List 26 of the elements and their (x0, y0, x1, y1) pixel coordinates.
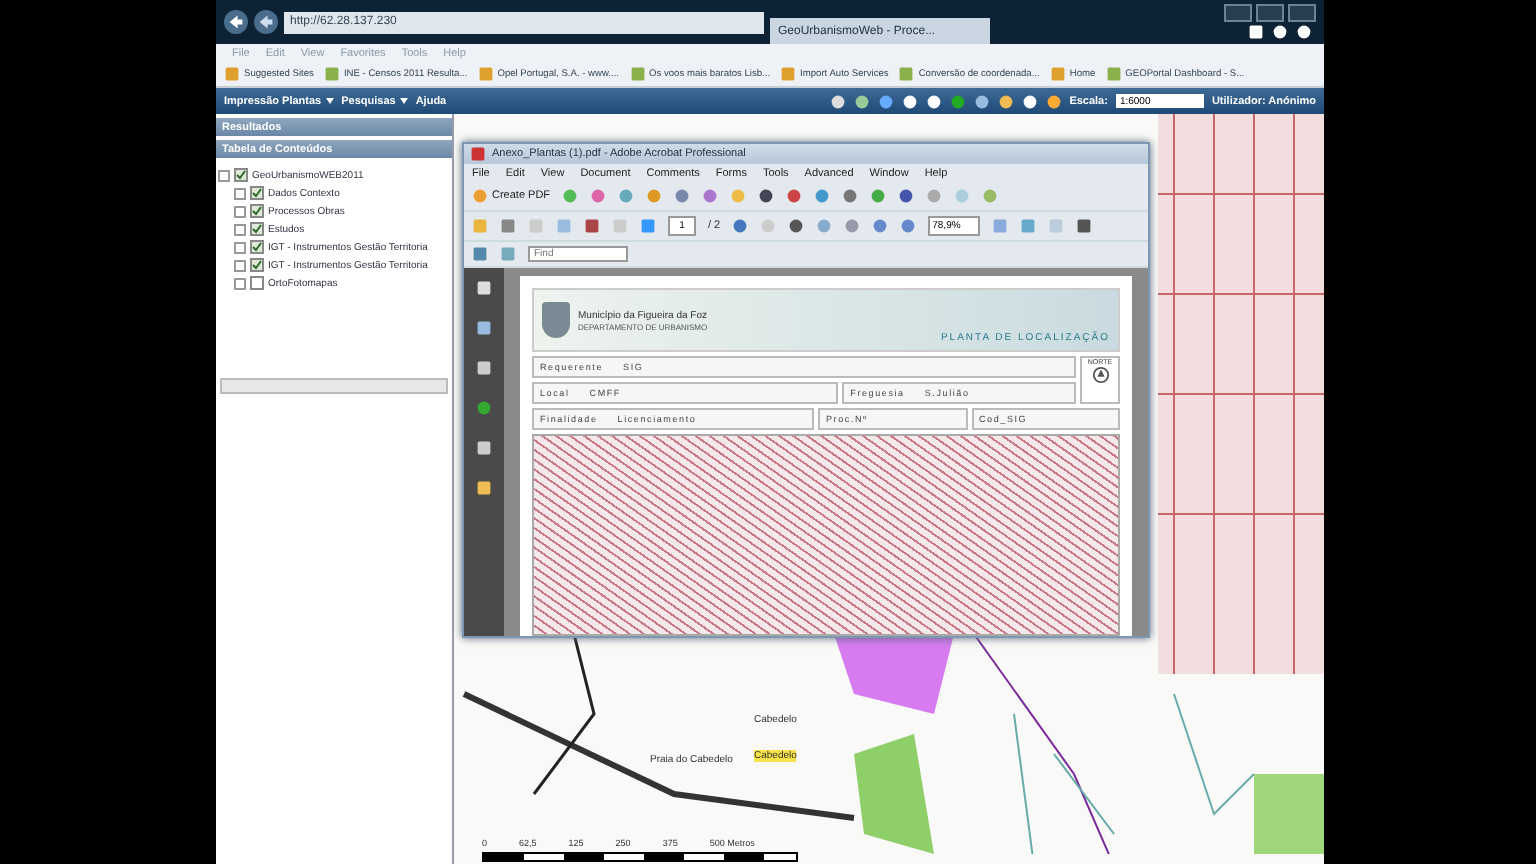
checkbox[interactable] (250, 276, 264, 290)
sidebar-icon[interactable] (476, 320, 492, 336)
page-icon[interactable] (629, 66, 646, 82)
page-icon[interactable] (224, 66, 240, 82)
sidebar-icon[interactable] (476, 280, 492, 296)
save-icon[interactable] (472, 246, 488, 262)
page-icon[interactable] (477, 66, 494, 82)
page-icon[interactable] (1105, 66, 1122, 82)
checkbox[interactable] (234, 168, 248, 182)
checkbox[interactable] (250, 258, 264, 272)
page-icon[interactable] (898, 66, 915, 82)
sidebar-icon[interactable] (476, 400, 492, 416)
sidebar-icon[interactable] (476, 480, 492, 496)
checkbox[interactable] (250, 186, 264, 200)
page-icon[interactable] (1049, 66, 1066, 82)
page-icon[interactable] (780, 66, 797, 82)
caret-icon[interactable] (325, 98, 334, 104)
checkbox[interactable] (250, 240, 264, 254)
sidebar-icon[interactable] (476, 360, 492, 376)
crest-icon (542, 302, 570, 338)
page-icon[interactable] (323, 66, 340, 82)
checkbox[interactable] (250, 204, 264, 218)
sidebar-icon[interactable] (476, 440, 492, 456)
caret-icon[interactable] (399, 98, 408, 104)
scrollbar[interactable] (220, 378, 448, 394)
checkbox[interactable] (250, 222, 264, 236)
